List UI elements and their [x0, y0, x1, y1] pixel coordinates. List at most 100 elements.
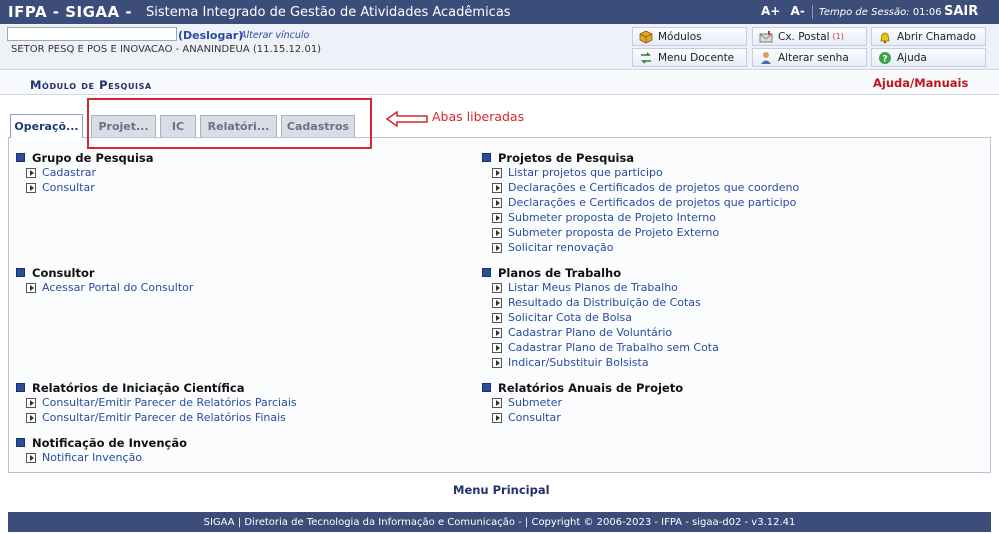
link-solicitar-cota[interactable]: Solicitar Cota de Bolsa — [492, 310, 719, 325]
arrow-icon — [492, 182, 502, 193]
link-resultado-cotas[interactable]: Resultado da Distribuição de Cotas — [492, 295, 719, 310]
arrow-icon — [492, 282, 502, 293]
section-projetos-pesquisa: Projetos de Pesquisa Listar projetos que… — [482, 150, 799, 255]
user-info-bar: (Deslogar) Alterar vínculo SETOR PESQ E … — [0, 24, 999, 70]
arrow-icon — [492, 397, 502, 408]
link-portal-consultor[interactable]: Acessar Portal do Consultor — [26, 280, 193, 295]
link-listar-projetos[interactable]: Listar projetos que participo — [492, 165, 799, 180]
arrow-icon — [26, 452, 36, 463]
help-manuals-link[interactable]: Ajuda/Manuais — [873, 76, 968, 90]
link-plano-voluntario[interactable]: Cadastrar Plano de Voluntário — [492, 325, 719, 340]
mailbox-icon — [759, 30, 773, 44]
svg-text:?: ? — [882, 54, 887, 64]
link-label: Solicitar renovação — [508, 241, 614, 254]
user-name-field — [7, 27, 177, 41]
caixa-postal-count: (1) — [832, 32, 844, 41]
ajuda-label: Ajuda — [897, 51, 927, 64]
annotation-box — [87, 98, 372, 149]
logout-button[interactable]: SAIR — [944, 4, 978, 19]
link-notificar-invencao[interactable]: Notificar Invenção — [26, 450, 187, 465]
user-sector: SETOR PESQ E POS E INOVACAO - ANANINDEUA… — [11, 44, 322, 55]
arrow-icon — [492, 327, 502, 338]
font-size-controls: A+ A- — [761, 4, 811, 18]
link-listar-planos[interactable]: Listar Meus Planos de Trabalho — [492, 280, 719, 295]
font-increase-button[interactable]: A+ — [761, 4, 780, 18]
section-planos-trabalho: Planos de Trabalho Listar Meus Planos de… — [482, 265, 719, 370]
link-parecer-finais[interactable]: Consultar/Emitir Parecer de Relatórios F… — [26, 410, 297, 425]
arrow-icon — [492, 412, 502, 423]
section-title: Projetos de Pesquisa — [498, 150, 635, 165]
link-submeter-interno[interactable]: Submeter proposta de Projeto Interno — [492, 210, 799, 225]
deslogar-link[interactable]: (Deslogar) — [178, 29, 243, 42]
arrow-icon — [492, 242, 502, 253]
section-bullet-icon — [16, 153, 25, 162]
arrow-icon — [26, 282, 36, 293]
link-label: Cadastrar Plano de Voluntário — [508, 326, 673, 339]
arrow-icon — [492, 357, 502, 368]
link-label: Listar Meus Planos de Trabalho — [508, 281, 678, 294]
session-label: Tempo de Sessão: — [819, 7, 910, 18]
section-title: Relatórios Anuais de Projeto — [498, 380, 684, 395]
help-icon: ? — [878, 51, 892, 65]
system-name: Sistema Integrado de Gestão de Atividade… — [146, 5, 511, 20]
link-declaracoes-participo[interactable]: Declarações e Certificados de projetos q… — [492, 195, 799, 210]
modulos-button[interactable]: Módulos — [632, 27, 747, 46]
link-label: Indicar/Substituir Bolsista — [508, 356, 649, 369]
link-consultar-relatorio[interactable]: Consultar — [492, 410, 683, 425]
user-key-icon — [759, 51, 773, 65]
section-bullet-icon — [16, 438, 25, 447]
link-label: Cadastrar — [42, 166, 96, 179]
section-relatorios-anuais: Relatórios Anuais de Projeto Submeter Co… — [482, 380, 683, 425]
menu-docente-label: Menu Docente — [658, 51, 735, 64]
link-declaracoes-coordeno[interactable]: Declarações e Certificados de projetos q… — [492, 180, 799, 195]
font-decrease-button[interactable]: A- — [791, 4, 805, 18]
link-plano-sem-cota[interactable]: Cadastrar Plano de Trabalho sem Cota — [492, 340, 719, 355]
session-timer: Tempo de Sessão: 01:06 — [819, 7, 942, 18]
brand: IFPA - SIGAA - — [8, 3, 133, 21]
section-bullet-icon — [482, 268, 491, 277]
bell-icon — [878, 30, 892, 44]
link-label: Submeter — [508, 396, 563, 409]
arrow-icon — [492, 167, 502, 178]
arrow-icon — [26, 182, 36, 193]
abrir-chamado-button[interactable]: Abrir Chamado — [871, 27, 986, 46]
link-label: Submeter proposta de Projeto Externo — [508, 226, 720, 239]
arrow-icon — [492, 227, 502, 238]
section-title: Consultor — [32, 265, 95, 280]
arrow-icon — [492, 342, 502, 353]
section-title: Relatórios de Iniciação Científica — [32, 380, 245, 395]
link-label: Consultar/Emitir Parecer de Relatórios P… — [42, 396, 297, 409]
link-label: Submeter proposta de Projeto Interno — [508, 211, 716, 224]
alterar-senha-button[interactable]: Alterar senha — [752, 48, 867, 67]
link-label: Declarações e Certificados de projetos q… — [508, 196, 797, 209]
menu-principal-link[interactable]: Menu Principal — [453, 483, 550, 497]
link-label: Solicitar Cota de Bolsa — [508, 311, 633, 324]
ajuda-button[interactable]: ? Ajuda — [871, 48, 986, 67]
modulos-label: Módulos — [658, 30, 702, 43]
section-notificacao-invencao: Notificação de Invenção Notificar Invenç… — [16, 435, 187, 465]
module-header: Módulo de Pesquisa Ajuda/Manuais — [0, 71, 999, 95]
link-label: Resultado da Distribuição de Cotas — [508, 296, 701, 309]
section-bullet-icon — [16, 383, 25, 392]
link-label: Notificar Invenção — [42, 451, 143, 464]
section-title: Notificação de Invenção — [32, 435, 188, 450]
link-indicar-bolsista[interactable]: Indicar/Substituir Bolsista — [492, 355, 719, 370]
link-submeter-externo[interactable]: Submeter proposta de Projeto Externo — [492, 225, 799, 240]
annotation-text: Abas liberadas — [432, 109, 525, 124]
tab-operacoes[interactable]: Operaçõ... — [10, 114, 83, 138]
top-bar: IFPA - SIGAA - Sistema Integrado de Gest… — [0, 0, 999, 24]
arrow-icon — [26, 397, 36, 408]
alterar-vinculo-link[interactable]: Alterar vínculo — [240, 30, 309, 41]
abrir-chamado-label: Abrir Chamado — [897, 30, 976, 43]
link-label: Consultar — [508, 411, 561, 424]
caixa-postal-button[interactable]: Cx. Postal (1) — [752, 27, 867, 46]
link-solicitar-renovacao[interactable]: Solicitar renovação — [492, 240, 799, 255]
arrow-icon — [492, 212, 502, 223]
link-consultar-grupo[interactable]: Consultar — [26, 180, 154, 195]
link-cadastrar-grupo[interactable]: Cadastrar — [26, 165, 154, 180]
link-submeter-relatorio[interactable]: Submeter — [492, 395, 683, 410]
link-parecer-parciais[interactable]: Consultar/Emitir Parecer de Relatórios P… — [26, 395, 297, 410]
link-label: Listar projetos que participo — [508, 166, 663, 179]
arrow-icon — [26, 167, 36, 178]
menu-docente-button[interactable]: Menu Docente — [632, 48, 747, 67]
